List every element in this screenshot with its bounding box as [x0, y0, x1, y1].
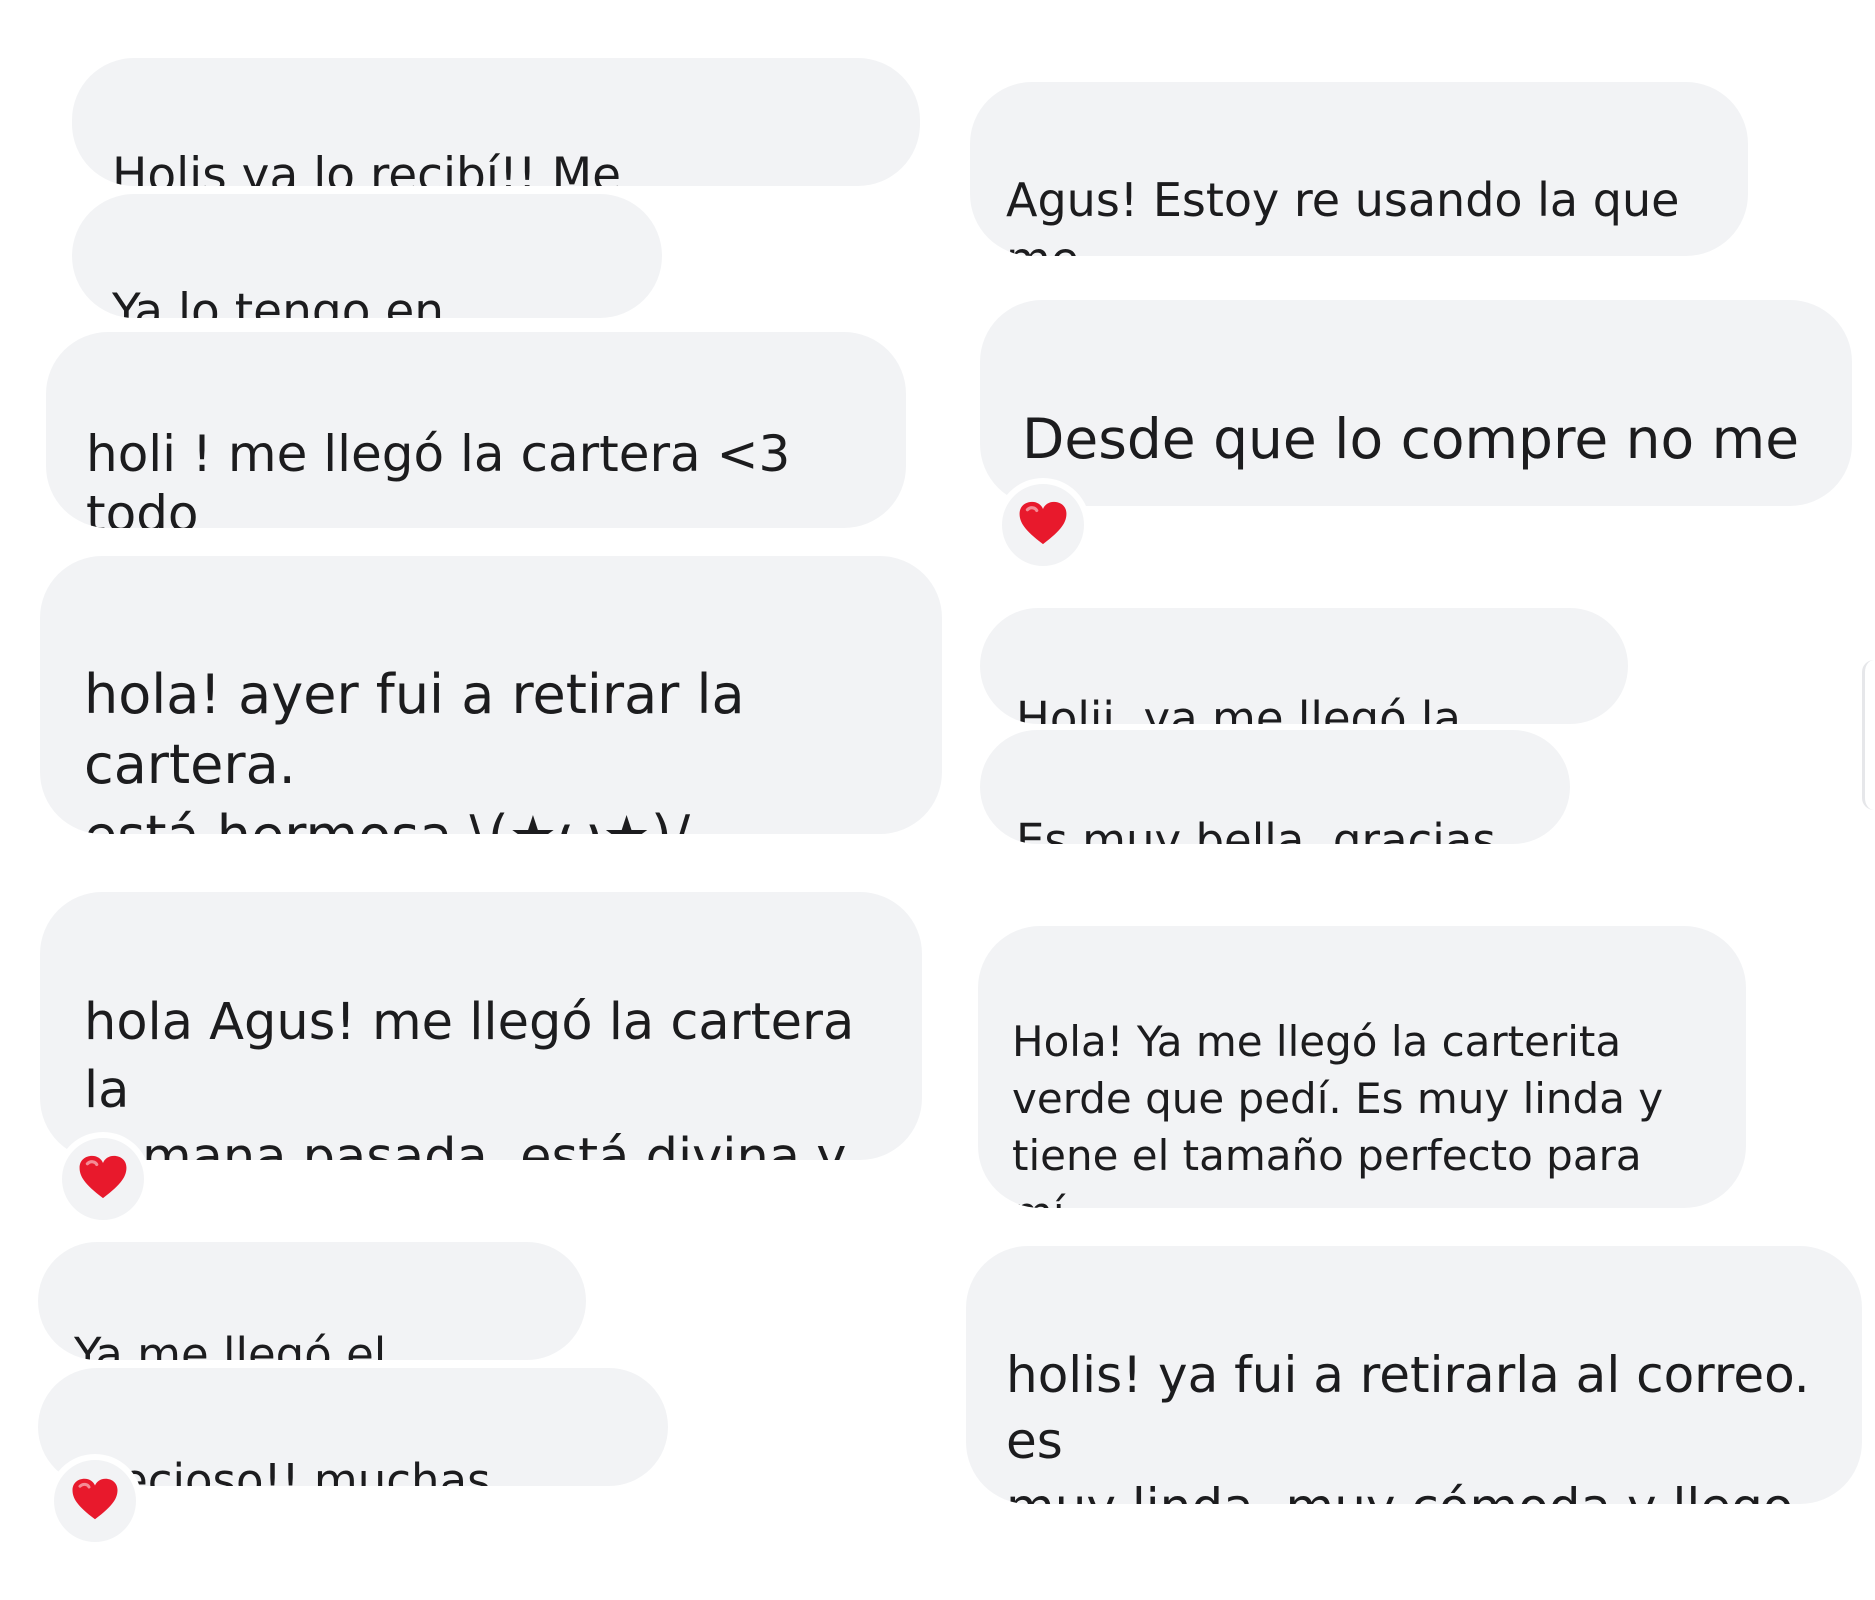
reaction-badge[interactable] — [996, 478, 1090, 572]
message-bubble[interactable]: Holis ya lo recibí!! Me encantaaaa — [72, 58, 920, 186]
adjacent-bubble-edge — [1862, 660, 1875, 810]
reaction-badge[interactable] — [56, 1132, 150, 1226]
message-bubble[interactable]: hola Agus! me llegó la cartera la semana… — [40, 892, 922, 1160]
reaction-badge[interactable] — [48, 1454, 142, 1548]
message-text: Ya lo tengo en usojajaj — [112, 284, 445, 318]
message-bubble[interactable]: precioso!! muchas gracias — [38, 1368, 668, 1486]
message-text: holi ! me llegó la cartera <3 todo bien,… — [86, 425, 791, 528]
message-bubble[interactable]: Ya me llegó el bolsooo — [38, 1242, 586, 1360]
message-text: Agus! Estoy re usando la que me pedii, e… — [1006, 172, 1680, 256]
message-bubble[interactable]: holi ! me llegó la cartera <3 todo bien,… — [46, 332, 906, 528]
message-text: Ya me llegó el bolsooo — [74, 1328, 387, 1360]
message-text: Es muy bella, gracias — [1016, 814, 1496, 844]
message-bubble[interactable]: Es muy bella, gracias — [980, 730, 1570, 844]
red-heart-icon — [1018, 500, 1068, 550]
message-bubble[interactable]: Desde que lo compre no me lo saque más j… — [980, 300, 1852, 506]
message-text: Desde que lo compre no me lo saque más j… — [1022, 407, 1800, 506]
message-text: Holii, ya me llegó la cartera! — [1016, 692, 1461, 724]
message-text: Holis ya lo recibí!! Me encantaaaa — [112, 148, 622, 186]
message-text: Hola! Ya me llegó la carterita verde que… — [1012, 1017, 1664, 1208]
message-text: hola! ayer fui a retirar la cartera. est… — [84, 663, 745, 834]
red-heart-icon — [78, 1154, 128, 1204]
message-bubble[interactable]: holis! ya fui a retirarla al correo. es … — [966, 1246, 1862, 1504]
message-bubble[interactable]: hola! ayer fui a retirar la cartera. est… — [40, 556, 942, 834]
message-text: hola Agus! me llegó la cartera la semana… — [84, 993, 855, 1160]
message-bubble[interactable]: Ya lo tengo en usojajaj — [72, 194, 662, 318]
red-heart-icon — [71, 1477, 119, 1525]
message-text: holis! ya fui a retirarla al correo. es … — [1006, 1346, 1810, 1504]
message-bubble[interactable]: Hola! Ya me llegó la carterita verde que… — [978, 926, 1746, 1208]
message-bubble[interactable]: Agus! Estoy re usando la que me pedii, e… — [970, 82, 1748, 256]
message-bubble[interactable]: Holii, ya me llegó la cartera! — [980, 608, 1628, 724]
